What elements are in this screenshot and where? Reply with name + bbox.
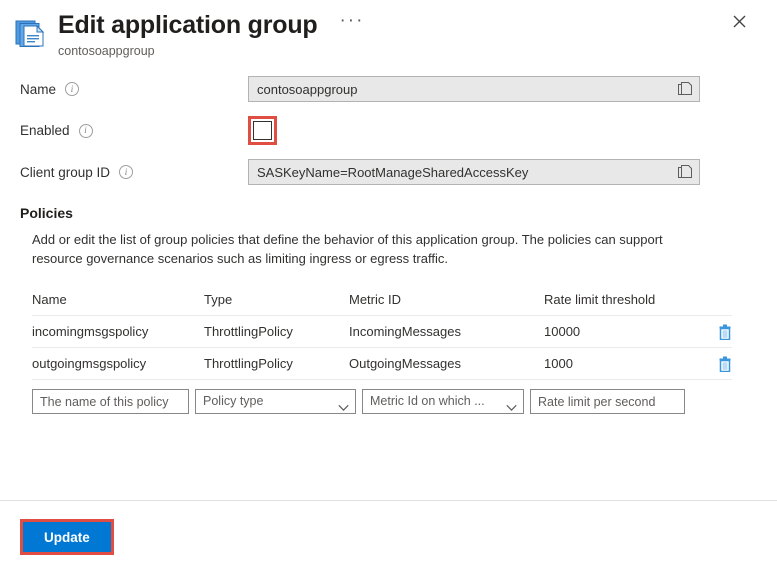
new-policy-metric-wrap: Metric Id on which ... (362, 389, 524, 414)
policies-description: Add or edit the list of group policies t… (32, 232, 663, 266)
cell-type: ThrottlingPolicy (204, 356, 293, 371)
trash-icon[interactable] (718, 324, 732, 340)
update-button[interactable]: Update (23, 522, 111, 552)
footer-bar: Update (0, 501, 777, 565)
cell-type: ThrottlingPolicy (204, 324, 293, 339)
enabled-checkbox[interactable] (253, 121, 272, 140)
client-group-id-label-group: Client group ID i (0, 165, 248, 180)
column-header-type: Type (204, 292, 233, 307)
name-input[interactable] (248, 76, 700, 102)
cell-name: outgoingmsgspolicy (32, 356, 147, 371)
policies-section: Policies Add or edit the list of group p… (0, 199, 777, 414)
table-row: outgoingmsgspolicy ThrottlingPolicy Outg… (32, 348, 732, 380)
more-options-icon[interactable]: ··· (339, 11, 364, 30)
header-row: Edit application group ··· contosoappgro… (0, 10, 777, 59)
client-group-id-label: Client group ID (20, 164, 111, 180)
new-policy-type-select[interactable]: Policy type (195, 389, 356, 414)
cell-rate-limit: 1000 (544, 356, 573, 371)
form-section: Name i Enabled i Client group ID i (0, 62, 777, 185)
table-header-row: Name Type Metric ID Rate limit threshold (32, 284, 732, 316)
name-label: Name (20, 81, 57, 97)
client-group-id-input-wrap (248, 159, 700, 185)
info-icon[interactable]: i (65, 82, 80, 96)
update-button-highlight: Update (20, 519, 114, 555)
form-row-enabled: Enabled i (0, 116, 777, 145)
policies-title: Policies (20, 205, 73, 221)
cell-name: incomingmsgspolicy (32, 324, 149, 339)
name-label-group: Name i (0, 82, 248, 97)
column-header-name: Name (32, 292, 67, 307)
close-icon[interactable] (725, 7, 753, 35)
column-header-metric-id: Metric ID (349, 292, 401, 307)
form-row-name: Name i (0, 76, 777, 102)
info-icon[interactable]: i (78, 123, 93, 138)
client-group-id-input[interactable] (248, 159, 700, 185)
enabled-label: Enabled (20, 123, 70, 138)
new-policy-name-input[interactable] (32, 389, 189, 414)
trash-icon[interactable] (718, 356, 732, 372)
page-title: Edit application group (58, 11, 318, 39)
enabled-label-group: Enabled i (0, 123, 248, 138)
new-policy-type-wrap: Policy type (195, 389, 356, 414)
page-header: Edit application group ··· contosoappgro… (0, 0, 777, 62)
policies-table: Name Type Metric ID Rate limit threshold… (32, 284, 732, 380)
page-subtitle: contosoappgroup (58, 44, 155, 58)
cell-rate-limit: 10000 (544, 324, 581, 339)
cell-actions (694, 324, 732, 340)
form-row-client-group-id: Client group ID i (0, 159, 777, 185)
cell-metric-id: IncomingMessages (349, 324, 461, 339)
new-policy-rate-limit-input[interactable] (530, 389, 685, 414)
copy-icon[interactable] (678, 165, 692, 179)
column-header-rate-limit: Rate limit threshold (544, 292, 656, 307)
new-policy-row: Policy type Metric Id on which ... (32, 389, 777, 414)
table-row: incomingmsgspolicy ThrottlingPolicy Inco… (32, 316, 732, 348)
cell-metric-id: OutgoingMessages (349, 356, 462, 371)
new-policy-metric-select[interactable]: Metric Id on which ... (362, 389, 524, 414)
title-block: Edit application group ··· contosoappgro… (58, 10, 364, 59)
enabled-checkbox-highlight (248, 116, 277, 145)
application-group-icon (12, 16, 48, 52)
title-line: Edit application group ··· (58, 10, 364, 40)
info-icon[interactable]: i (119, 165, 134, 179)
name-input-wrap (248, 76, 700, 102)
copy-icon[interactable] (678, 82, 692, 96)
cell-actions (694, 356, 732, 372)
